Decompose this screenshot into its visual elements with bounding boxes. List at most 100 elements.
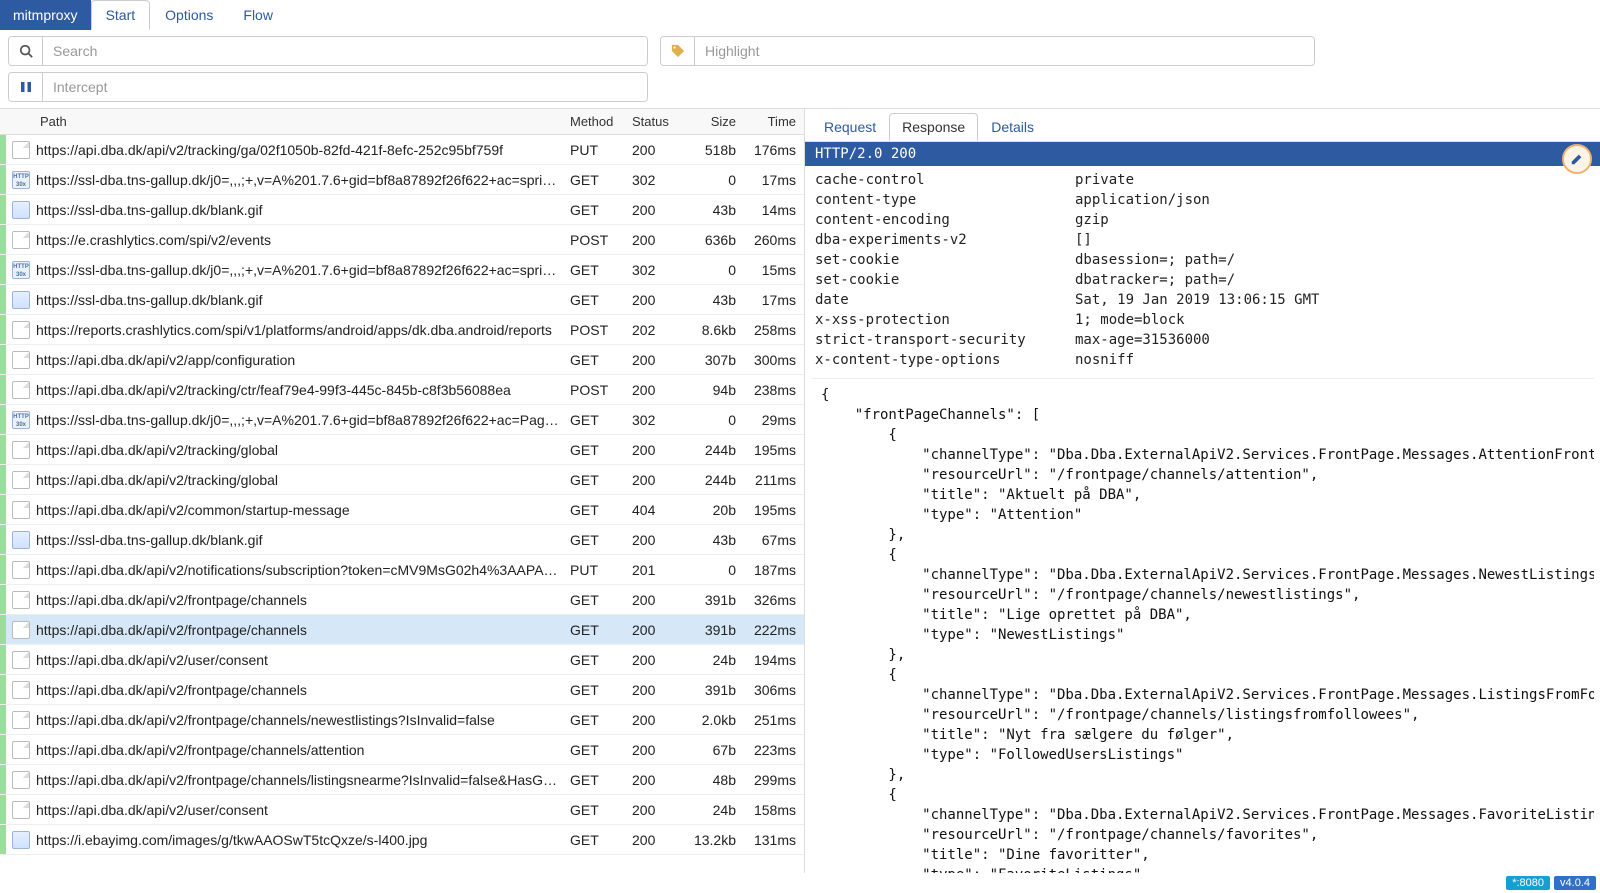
flow-row[interactable]: https://api.dba.dk/api/v2/frontpage/chan… bbox=[0, 705, 804, 735]
flow-path: https://api.dba.dk/api/v2/notifications/… bbox=[36, 562, 570, 578]
flow-time: 187ms bbox=[742, 562, 804, 578]
pause-icon[interactable] bbox=[9, 73, 43, 101]
flow-status: 200 bbox=[632, 682, 684, 698]
col-size[interactable]: Size bbox=[684, 114, 742, 129]
document-icon bbox=[12, 441, 30, 459]
detail-tab-request[interactable]: Request bbox=[811, 113, 889, 141]
flow-row[interactable]: HTTP30xhttps://ssl-dba.tns-gallup.dk/j0=… bbox=[0, 405, 804, 435]
edit-button[interactable] bbox=[1562, 144, 1592, 174]
flow-status: 302 bbox=[632, 172, 684, 188]
document-icon bbox=[12, 621, 30, 639]
col-path[interactable]: Path bbox=[36, 114, 570, 129]
intercept-input[interactable] bbox=[43, 73, 647, 101]
flow-path: https://api.dba.dk/api/v2/frontpage/chan… bbox=[36, 622, 570, 638]
flow-method: GET bbox=[570, 772, 632, 788]
intercept-group bbox=[8, 72, 648, 102]
col-time[interactable]: Time bbox=[742, 114, 804, 129]
flow-row[interactable]: HTTP30xhttps://ssl-dba.tns-gallup.dk/j0=… bbox=[0, 165, 804, 195]
document-icon bbox=[12, 741, 30, 759]
flow-method: POST bbox=[570, 382, 632, 398]
flow-row[interactable]: https://ssl-dba.tns-gallup.dk/blank.gifG… bbox=[0, 285, 804, 315]
flow-row[interactable]: https://e.crashlytics.com/spi/v2/eventsP… bbox=[0, 225, 804, 255]
nav-tab-flow[interactable]: Flow bbox=[228, 0, 288, 30]
flow-status: 200 bbox=[632, 472, 684, 488]
response-body[interactable]: { "frontPageChannels": [ { "channelType"… bbox=[811, 378, 1594, 873]
flow-path: https://api.dba.dk/api/v2/tracking/globa… bbox=[36, 442, 570, 458]
flow-status: 200 bbox=[632, 652, 684, 668]
header-row: strict-transport-securitymax-age=3153600… bbox=[815, 330, 1590, 350]
top-nav: mitmproxy StartOptionsFlow bbox=[0, 0, 1600, 30]
flow-row[interactable]: HTTP30xhttps://ssl-dba.tns-gallup.dk/j0=… bbox=[0, 255, 804, 285]
flow-row[interactable]: https://api.dba.dk/api/v2/common/startup… bbox=[0, 495, 804, 525]
flow-method: GET bbox=[570, 292, 632, 308]
flow-time: 195ms bbox=[742, 442, 804, 458]
flow-status: 302 bbox=[632, 412, 684, 428]
header-value: max-age=31536000 bbox=[1075, 330, 1210, 350]
flow-method: GET bbox=[570, 802, 632, 818]
flow-row[interactable]: https://api.dba.dk/api/v2/frontpage/chan… bbox=[0, 585, 804, 615]
redirect-icon: HTTP30x bbox=[12, 261, 30, 279]
flow-time: 131ms bbox=[742, 832, 804, 848]
flow-row[interactable]: https://api.dba.dk/api/v2/app/configurat… bbox=[0, 345, 804, 375]
flow-header-row: Path Method Status Size Time bbox=[0, 109, 804, 135]
col-method[interactable]: Method bbox=[570, 114, 632, 129]
flow-path: https://api.dba.dk/api/v2/frontpage/chan… bbox=[36, 742, 570, 758]
flow-path: https://ssl-dba.tns-gallup.dk/j0=,,,;+,v… bbox=[36, 412, 570, 428]
flow-method: GET bbox=[570, 742, 632, 758]
flow-status: 202 bbox=[632, 322, 684, 338]
flow-path: https://api.dba.dk/api/v2/tracking/ga/02… bbox=[36, 142, 570, 158]
flow-row[interactable]: https://api.dba.dk/api/v2/frontpage/chan… bbox=[0, 735, 804, 765]
nav-tab-start[interactable]: Start bbox=[91, 0, 151, 30]
search-icon bbox=[9, 37, 43, 65]
flow-method: GET bbox=[570, 412, 632, 428]
flow-status: 200 bbox=[632, 832, 684, 848]
flow-row[interactable]: https://api.dba.dk/api/v2/tracking/globa… bbox=[0, 465, 804, 495]
flow-status: 200 bbox=[632, 772, 684, 788]
flow-row[interactable]: https://api.dba.dk/api/v2/frontpage/chan… bbox=[0, 765, 804, 795]
flow-path: https://api.dba.dk/api/v2/frontpage/chan… bbox=[36, 682, 570, 698]
flow-status: 200 bbox=[632, 742, 684, 758]
header-value: nosniff bbox=[1075, 350, 1134, 370]
flow-status: 200 bbox=[632, 442, 684, 458]
flow-row[interactable]: https://ssl-dba.tns-gallup.dk/blank.gifG… bbox=[0, 525, 804, 555]
flow-status: 200 bbox=[632, 712, 684, 728]
flow-method: POST bbox=[570, 232, 632, 248]
col-status[interactable]: Status bbox=[632, 114, 684, 129]
header-name: x-xss-protection bbox=[815, 310, 1075, 330]
highlight-input[interactable] bbox=[695, 37, 1314, 65]
search-input[interactable] bbox=[43, 37, 647, 65]
flow-size: 391b bbox=[684, 682, 742, 698]
flow-time: 14ms bbox=[742, 202, 804, 218]
flow-row[interactable]: https://i.ebayimg.com/images/g/tkwAAOSwT… bbox=[0, 825, 804, 855]
flow-size: 636b bbox=[684, 232, 742, 248]
detail-tab-details[interactable]: Details bbox=[978, 113, 1047, 141]
header-row: x-content-type-optionsnosniff bbox=[815, 350, 1590, 370]
flow-row[interactable]: https://api.dba.dk/api/v2/notifications/… bbox=[0, 555, 804, 585]
flow-path: https://i.ebayimg.com/images/g/tkwAAOSwT… bbox=[36, 832, 570, 848]
flow-time: 176ms bbox=[742, 142, 804, 158]
flow-size: 67b bbox=[684, 742, 742, 758]
flow-row[interactable]: https://api.dba.dk/api/v2/user/consentGE… bbox=[0, 645, 804, 675]
nav-tab-options[interactable]: Options bbox=[150, 0, 228, 30]
flow-method: GET bbox=[570, 622, 632, 638]
flow-row[interactable]: https://api.dba.dk/api/v2/frontpage/chan… bbox=[0, 675, 804, 705]
document-icon bbox=[12, 561, 30, 579]
detail-tab-response[interactable]: Response bbox=[889, 113, 978, 141]
flow-method: GET bbox=[570, 832, 632, 848]
flow-row[interactable]: https://api.dba.dk/api/v2/tracking/ga/02… bbox=[0, 135, 804, 165]
flow-row[interactable]: https://reports.crashlytics.com/spi/v1/p… bbox=[0, 315, 804, 345]
flow-path: https://ssl-dba.tns-gallup.dk/blank.gif bbox=[36, 532, 570, 548]
status-bar: *:8080 v4.0.4 bbox=[0, 873, 1600, 893]
header-row: set-cookiedbatracker=; path=/ bbox=[815, 270, 1590, 290]
brand: mitmproxy bbox=[0, 0, 91, 30]
flow-row[interactable]: https://api.dba.dk/api/v2/frontpage/chan… bbox=[0, 615, 804, 645]
port-chip: *:8080 bbox=[1506, 876, 1550, 890]
header-row: x-xss-protection1; mode=block bbox=[815, 310, 1590, 330]
flow-time: 17ms bbox=[742, 292, 804, 308]
header-value: dbasession=; path=/ bbox=[1075, 250, 1235, 270]
flow-row[interactable]: https://api.dba.dk/api/v2/tracking/globa… bbox=[0, 435, 804, 465]
flow-row[interactable]: https://api.dba.dk/api/v2/user/consentGE… bbox=[0, 795, 804, 825]
flow-row[interactable]: https://ssl-dba.tns-gallup.dk/blank.gifG… bbox=[0, 195, 804, 225]
flow-row[interactable]: https://api.dba.dk/api/v2/tracking/ctr/f… bbox=[0, 375, 804, 405]
document-icon bbox=[12, 471, 30, 489]
